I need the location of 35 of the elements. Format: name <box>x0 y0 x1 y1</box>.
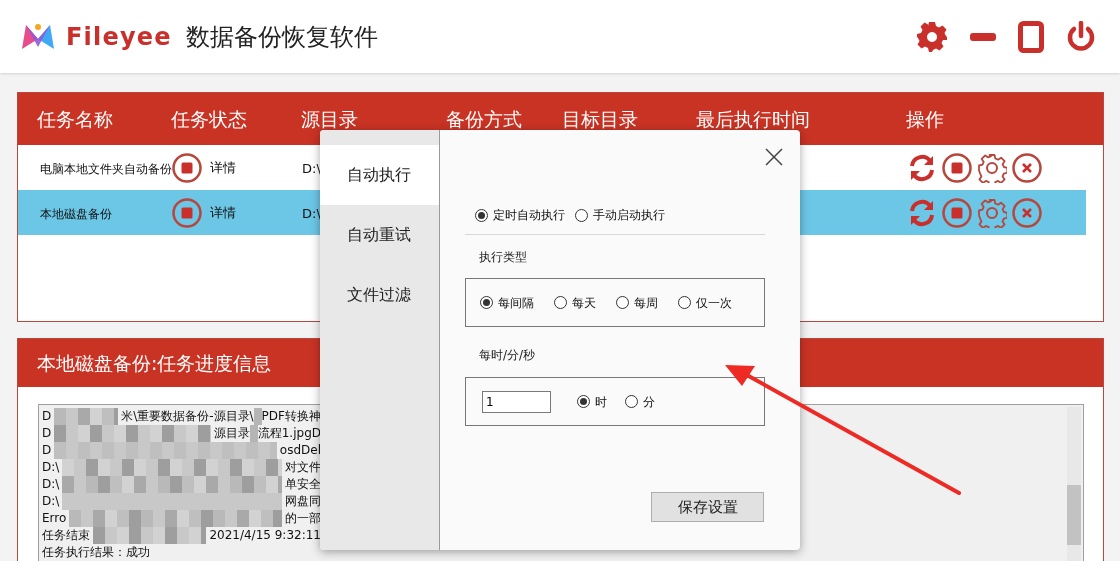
log-text: 2021/4/15 9:32:11 <box>209 527 321 544</box>
log-text: D:\ <box>42 493 60 510</box>
log-text: 流程1.jpgD <box>257 425 321 442</box>
column-header: 最后执行时间 <box>696 107 810 130</box>
source-path: D:\ <box>302 205 321 221</box>
log-text: osdDel <box>279 442 321 459</box>
column-header: 目标目录 <box>562 107 638 130</box>
log-text: 的一部 <box>285 510 321 527</box>
log-text: 对文件 <box>285 459 321 476</box>
log-text: 源目录 <box>213 425 250 442</box>
task-name: 本地磁盘备份 <box>40 206 112 221</box>
log-text: PDF转换神 <box>261 408 321 425</box>
log-text: D <box>42 425 52 442</box>
log-text: 任务结束 <box>42 527 90 544</box>
log-text: D <box>42 442 52 459</box>
log-text: 米\重要数据备份-源目录\ <box>121 408 254 425</box>
section-label: 每时/分/秒 <box>479 347 536 364</box>
column-header: 源目录 <box>301 107 358 130</box>
log-text: 单安全 <box>285 476 321 493</box>
log-text: 任务执行结果：成功 <box>42 544 150 561</box>
column-header: 任务名称 <box>37 107 113 130</box>
column-header: 任务状态 <box>171 107 247 130</box>
app-title: 数据备份恢复软件 <box>185 21 378 53</box>
section-label: 执行类型 <box>479 249 527 266</box>
source-path: D:\ <box>302 160 321 176</box>
column-header: 操作 <box>906 107 944 130</box>
log-text: Erro <box>42 510 67 527</box>
column-header: 备份方式 <box>446 107 522 130</box>
task-name: 电脑本地文件夹自动备份 <box>40 161 172 176</box>
log-text: D:\ <box>42 459 60 476</box>
log-text: 网盘同 <box>285 493 321 510</box>
brand-name: Fileyee <box>66 21 172 53</box>
log-text: D:\ <box>42 476 60 493</box>
log-text: D <box>42 408 52 425</box>
panel-title: 本地磁盘备份:任务进度信息 <box>37 350 272 376</box>
